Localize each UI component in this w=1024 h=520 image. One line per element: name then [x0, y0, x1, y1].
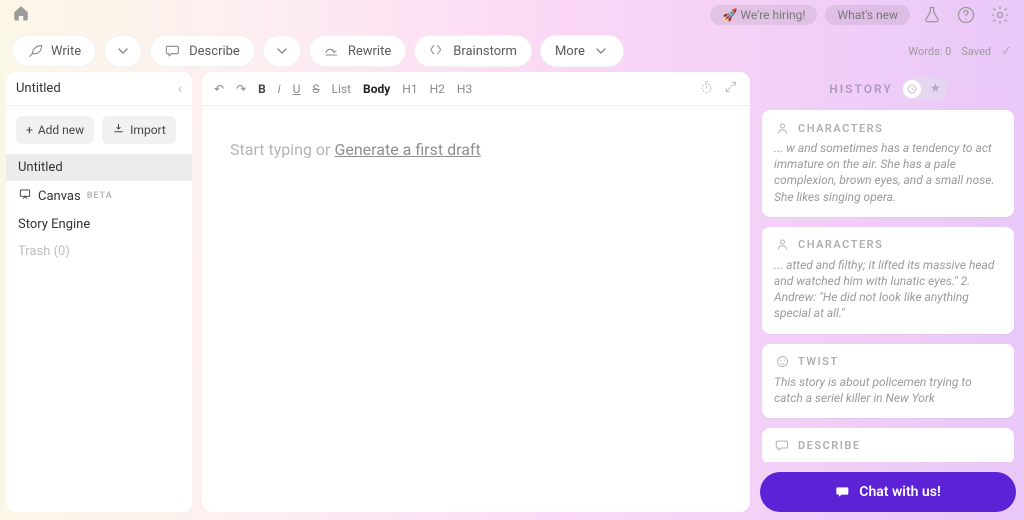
history-card[interactable]: CHARACTERS ... atted and filthy; it lift…	[762, 227, 1014, 334]
left-sidebar: Untitled ‹ + Add new Import Untitled Can…	[6, 72, 192, 512]
bold-button[interactable]: B	[258, 82, 266, 96]
sidebar-item-label: Story Engine	[18, 217, 90, 232]
editor-placeholder: Start typing or Generate a first draft	[230, 140, 481, 159]
expand-icon[interactable]	[724, 80, 738, 98]
italic-button[interactable]: i	[278, 82, 281, 96]
whats-new-pill[interactable]: What's new	[825, 5, 910, 25]
describe-button[interactable]: Describe	[150, 35, 255, 67]
help-icon[interactable]	[954, 3, 978, 27]
card-body: This story is about policemen trying to …	[774, 374, 1002, 406]
h1-button[interactable]: H1	[402, 82, 417, 96]
editor-body[interactable]: Start typing or Generate a first draft	[202, 106, 750, 512]
rewrite-button[interactable]: Rewrite	[309, 35, 406, 67]
body-style-button[interactable]: Body	[363, 82, 390, 96]
canvas-icon	[18, 187, 32, 205]
card-kind: CHARACTERS	[798, 238, 883, 251]
card-kind: DESCRIBE	[798, 439, 861, 452]
chevron-down-icon	[274, 43, 290, 59]
word-count: Words: 0	[908, 45, 951, 58]
home-icon[interactable]	[12, 4, 30, 27]
star-icon: ★	[930, 81, 941, 95]
list-button[interactable]: List	[332, 82, 352, 96]
timer-icon[interactable]	[699, 80, 714, 98]
brainstorm-button[interactable]: Brainstorm	[414, 35, 532, 67]
download-icon	[112, 122, 125, 138]
labs-icon[interactable]	[920, 3, 944, 27]
h3-button[interactable]: H3	[457, 82, 472, 96]
import-button[interactable]: Import	[102, 116, 176, 144]
beta-badge: BETA	[87, 191, 113, 201]
chat-icon	[165, 43, 181, 59]
import-label: Import	[130, 123, 166, 137]
settings-icon[interactable]	[988, 3, 1012, 27]
sidebar-item-label: Canvas	[38, 189, 81, 204]
card-body: ... atted and filthy; it lifted its mass…	[774, 257, 1002, 322]
history-card[interactable]: CHARACTERS ... w and sometimes has a ten…	[762, 110, 1014, 217]
brainstorm-label: Brainstorm	[453, 44, 517, 59]
h2-button[interactable]: H2	[430, 82, 445, 96]
saved-check-icon: ✓	[1001, 44, 1012, 59]
rewrite-label: Rewrite	[348, 44, 391, 59]
more-button[interactable]: More	[540, 35, 624, 67]
person-icon	[774, 237, 790, 253]
card-body: ... w and sometimes has a tendency to ac…	[774, 140, 1002, 205]
undo-button[interactable]: ↶	[214, 82, 224, 96]
sidebar-item-trash[interactable]: Trash (0)	[6, 238, 192, 265]
generate-draft-link[interactable]: Generate a first draft	[334, 140, 480, 159]
brain-icon	[429, 43, 445, 59]
chat-bubble-icon	[835, 484, 851, 500]
chat-icon	[774, 438, 790, 454]
history-card[interactable]: TWIST This story is about policemen tryi…	[762, 344, 1014, 418]
history-title: HISTORY	[829, 82, 892, 96]
write-button[interactable]: Write	[12, 35, 96, 67]
describe-label: Describe	[189, 44, 240, 59]
sidebar-item-story-engine[interactable]: Story Engine	[6, 211, 192, 238]
chevron-down-icon	[593, 43, 609, 59]
doc-title[interactable]: Untitled	[16, 81, 61, 96]
sidebar-item-label: Trash (0)	[18, 244, 70, 259]
history-filter-toggle[interactable]: ★	[901, 78, 947, 100]
chat-with-us-button[interactable]: Chat with us!	[760, 472, 1016, 512]
write-label: Write	[51, 44, 81, 59]
rewrite-icon	[324, 43, 340, 59]
add-new-label: Add new	[38, 123, 84, 137]
person-icon	[774, 120, 790, 136]
sidebar-item-canvas[interactable]: Canvas BETA	[6, 181, 192, 211]
sidebar-item-label: Untitled	[18, 160, 63, 175]
collapse-sidebar-icon[interactable]: ‹	[178, 81, 182, 97]
clock-icon	[903, 80, 921, 98]
hiring-pill[interactable]: 🚀 We're hiring!	[710, 5, 817, 25]
editor-panel: ↶ ↷ B i U S List Body H1 H2 H3 Start typ…	[202, 72, 750, 512]
face-icon	[774, 354, 790, 370]
chat-label: Chat with us!	[859, 484, 940, 500]
write-dropdown[interactable]	[104, 35, 142, 67]
history-card[interactable]: DESCRIBE	[762, 428, 1014, 462]
plus-icon: +	[26, 123, 33, 137]
sidebar-item-untitled[interactable]: Untitled	[6, 154, 192, 181]
history-panel: HISTORY ★ CHARACTERS ... w and sometimes…	[760, 72, 1016, 512]
describe-dropdown[interactable]	[263, 35, 301, 67]
add-new-button[interactable]: + Add new	[16, 116, 94, 144]
card-kind: CHARACTERS	[798, 122, 883, 135]
feather-icon	[27, 43, 43, 59]
redo-button[interactable]: ↷	[236, 82, 246, 96]
underline-button[interactable]: U	[293, 82, 301, 96]
card-kind: TWIST	[798, 355, 839, 368]
strike-button[interactable]: S	[312, 82, 319, 96]
more-label: More	[555, 44, 585, 59]
chevron-down-icon	[115, 43, 131, 59]
saved-status: Saved	[961, 45, 991, 58]
